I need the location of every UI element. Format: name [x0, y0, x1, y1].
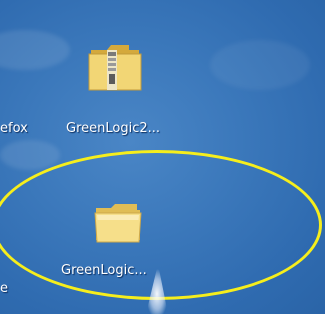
cursor-glow-icon — [146, 264, 168, 314]
zip-folder-icon — [88, 45, 142, 91]
folder-icon — [94, 204, 142, 243]
wallpaper-streak — [0, 140, 60, 170]
wallpaper-streak — [0, 30, 70, 70]
desktop-icon-label-greenlogic2[interactable]: GreenLogic2... — [66, 121, 160, 136]
wallpaper-streak — [210, 40, 310, 90]
desktop-icon-label-greenlogic[interactable]: GreenLogic... — [61, 263, 147, 278]
desktop-icon-label-firefox[interactable]: efox — [0, 121, 28, 136]
desktop-icon-greenlogic2[interactable] — [85, 36, 145, 96]
desktop-icon-greenlogic[interactable] — [93, 200, 143, 246]
desktop-icon-label-partial: e — [0, 281, 8, 296]
desktop: efox GreenLogic2... GreenLogic... e — [0, 0, 325, 314]
